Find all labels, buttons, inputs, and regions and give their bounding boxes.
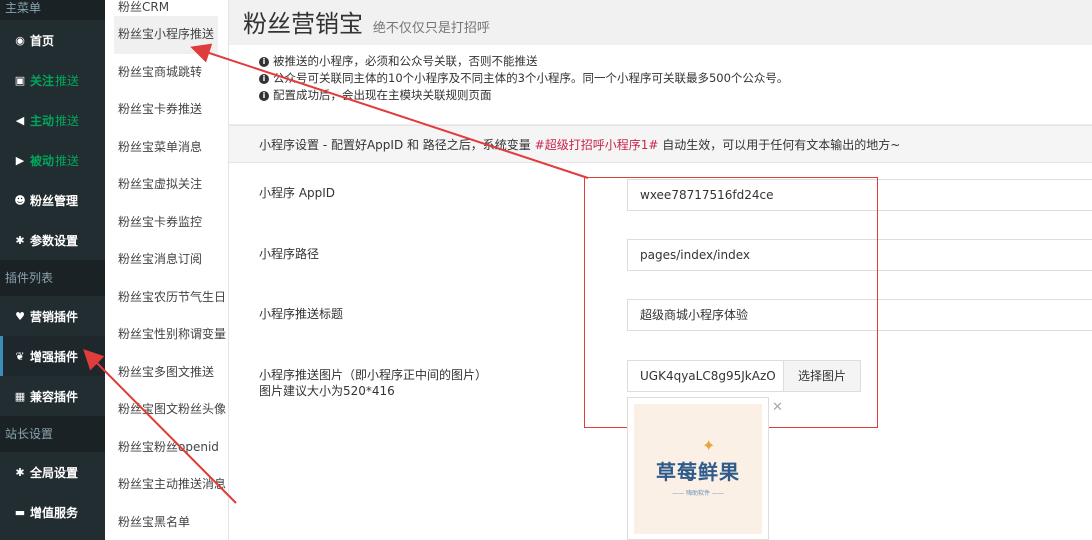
sparkle-icon: ✦ xyxy=(702,436,716,455)
submenu-item[interactable]: 粉丝CRM xyxy=(105,0,228,16)
paw-icon: ❦ xyxy=(15,349,25,363)
panel-heading: 小程序设置 - 配置好AppID 和 路径之后，系统变量 #超级打招呼小程序1#… xyxy=(229,125,1092,163)
sidebar-item-suffix: 推送 xyxy=(55,153,80,168)
gear-icon: ✱ xyxy=(15,465,25,479)
sidebar-item-label: 增值服务 xyxy=(30,505,79,520)
image-preview: ✦ 草莓鲜果 —— 嗨助软件 —— xyxy=(627,397,769,540)
submenu-item[interactable]: 粉丝宝卡券监控 xyxy=(105,204,228,242)
preview-image: ✦ 草莓鲜果 —— 嗨助软件 —— xyxy=(634,404,762,534)
submenu-item[interactable]: 粉丝宝性别称谓变量 xyxy=(105,316,228,354)
note-line: i 公众号可关联同主体的10个小程序及不同主体的3个小程序。同一个小程序可关联最多… xyxy=(259,70,1092,87)
annotation-highlight-box xyxy=(584,177,878,428)
users-icon: ☻ xyxy=(14,193,26,207)
sidebar-item-suffix: 推送 xyxy=(55,73,80,88)
note-text: 公众号可关联同主体的10个小程序及不同主体的3个小程序。同一个小程序可关联最多5… xyxy=(273,71,789,85)
preview-brand-subtext: —— 嗨助软件 —— xyxy=(672,490,724,497)
note-text: 被推送的小程序，必须和公众号关联，否则不能推送 xyxy=(273,54,538,68)
sidebar-item-active-push[interactable]: ◀ 主动 推送 xyxy=(0,100,105,140)
submenu-item[interactable]: 粉丝宝粉丝openid xyxy=(105,429,228,467)
note-text: 配置成功后，会出现在主模块关联规则页面 xyxy=(273,88,492,102)
sidebar-item-label: 被动 xyxy=(30,153,55,168)
sidebar-item-label: 关注 xyxy=(30,73,55,88)
sidebar-item-label: 粉丝管理 xyxy=(30,193,79,208)
dashboard-icon: ◉ xyxy=(15,33,25,47)
submenu-item[interactable]: 粉丝宝卡券推送 xyxy=(105,91,228,129)
gear-icon: ✱ xyxy=(15,233,25,247)
submenu-item[interactable]: 粉丝宝商城跳转 xyxy=(105,54,228,92)
note-line: i 被推送的小程序，必须和公众号关联，否则不能推送 xyxy=(259,53,1092,70)
sidebar-item-follow-push[interactable]: ▣ 关注 推送 xyxy=(0,60,105,100)
sidebar-item-params[interactable]: ✱ 参数设置 xyxy=(0,220,105,260)
system-variable: #超级打招呼小程序1# xyxy=(534,138,659,152)
path-label: 小程序路径 xyxy=(259,247,320,261)
info-icon: i xyxy=(259,90,269,101)
info-icon: i xyxy=(259,56,269,67)
page-header: 粉丝营销宝 绝不仅仅只是打招呼 xyxy=(229,0,1092,45)
sidebar-item-label: 兼容插件 xyxy=(30,389,79,404)
sidebar-item-label: 主动 xyxy=(30,113,55,128)
sidebar-item-label: 参数设置 xyxy=(30,233,79,248)
sidebar-item-compat-plugins[interactable]: ▦ 兼容插件 xyxy=(0,376,105,416)
arrow-circle-left-icon: ◀ xyxy=(15,113,25,127)
sidebar-item-enhance-plugins[interactable]: ❦ 增强插件 xyxy=(0,336,105,376)
submenu-item[interactable]: 粉丝宝虚拟关注 xyxy=(105,166,228,204)
push-image-label: 小程序推送图片（即小程序正中间的图片） 图片建议大小为520*416 xyxy=(259,367,487,399)
sidebar-item-global-settings[interactable]: ✱ 全局设置 xyxy=(0,452,105,492)
grid-icon: ▦ xyxy=(14,389,26,403)
appid-label: 小程序 AppID xyxy=(259,186,336,200)
sidebar-item-passive-push[interactable]: ▶ 被动 推送 xyxy=(0,140,105,180)
preview-brand-text: 草莓鲜果 xyxy=(656,460,740,484)
info-icon: i xyxy=(259,73,269,84)
sidebar-section-plugins: 插件列表 xyxy=(0,260,105,296)
panel-heading-text: 小程序设置 - 配置好AppID 和 路径之后，系统变量 xyxy=(259,138,535,152)
submenu-item[interactable]: 粉丝宝黑名单 xyxy=(105,504,228,540)
sidebar-item-label: 营销插件 xyxy=(30,309,79,324)
sidebar-item-marketing-plugins[interactable]: ♥ 营销插件 xyxy=(0,296,105,336)
heart-icon: ♥ xyxy=(15,309,25,323)
plugin-submenu: 粉丝CRM 粉丝宝小程序推送 粉丝宝商城跳转 粉丝宝卡券推送 粉丝宝菜单消息 粉… xyxy=(105,0,229,540)
sidebar-section-admin: 站长设置 xyxy=(0,416,105,452)
sidebar-item-label: 全局设置 xyxy=(30,465,79,480)
push-image-label-text: 小程序推送图片（即小程序正中间的图片） xyxy=(259,368,488,382)
submenu-item[interactable]: 粉丝宝菜单消息 xyxy=(105,129,228,167)
close-icon[interactable]: ✕ xyxy=(772,400,783,415)
sidebar-item-label: 增强插件 xyxy=(30,349,79,364)
submenu-item[interactable]: 粉丝宝农历节气生日 xyxy=(105,279,228,317)
page-title: 粉丝营销宝 xyxy=(243,10,363,38)
sidebar-item-label: 首页 xyxy=(30,33,55,48)
sidebar-item-value-services[interactable]: ▬ 增值服务 xyxy=(0,492,105,532)
panel-heading-text-suffix: 自动生效，可以用于任何有文本输出的地方~ xyxy=(658,138,901,152)
page-subtitle: 绝不仅仅只是打招呼 xyxy=(372,21,490,36)
credit-card-icon: ▬ xyxy=(14,505,26,519)
main-sidebar: 主菜单 ◉ 首页 ▣ 关注 推送 ◀ 主动 推送 ▶ 被动 推送 ☻ 粉丝管理 ✱ 参… xyxy=(0,0,105,540)
rss-icon: ▣ xyxy=(14,73,26,87)
note-line: i 配置成功后，会出现在主模块关联规则页面 xyxy=(259,87,1092,104)
submenu-item[interactable]: 粉丝宝图文粉丝头像 xyxy=(105,391,228,429)
submenu-item[interactable]: 粉丝宝多图文推送 xyxy=(105,354,228,392)
submenu-item-miniprogram-push[interactable]: 粉丝宝小程序推送 xyxy=(114,16,218,54)
info-notes: i 被推送的小程序，必须和公众号关联，否则不能推送 i 公众号可关联同主体的10个小… xyxy=(229,45,1092,125)
arrow-circle-right-icon: ▶ xyxy=(15,153,25,167)
push-title-label: 小程序推送标题 xyxy=(259,307,344,321)
sidebar-item-home[interactable]: ◉ 首页 xyxy=(0,20,105,60)
sidebar-item-fans[interactable]: ☻ 粉丝管理 xyxy=(0,180,105,220)
submenu-item[interactable]: 粉丝宝主动推送消息 xyxy=(105,466,228,504)
submenu-item[interactable]: 粉丝宝消息订阅 xyxy=(105,241,228,279)
sidebar-item-suffix: 推送 xyxy=(55,113,80,128)
sidebar-section-main: 主菜单 xyxy=(0,0,105,20)
push-image-size-hint: 图片建议大小为520*416 xyxy=(259,384,395,398)
